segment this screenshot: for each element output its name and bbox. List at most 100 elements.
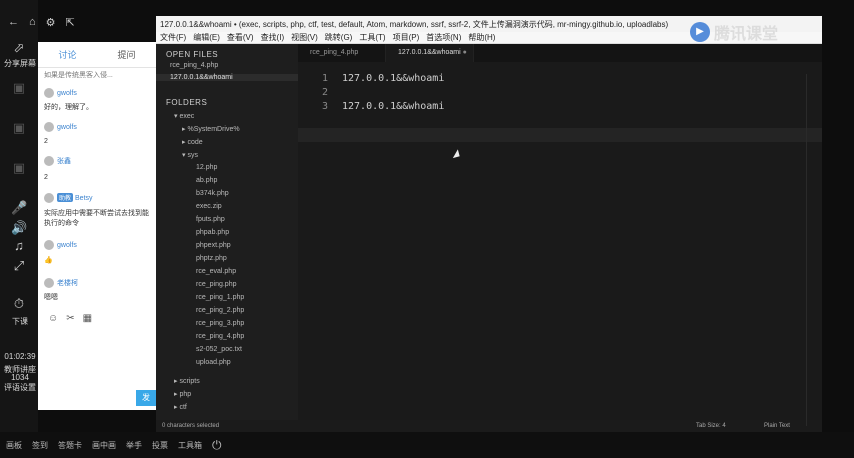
file-item[interactable]: ab.php — [196, 177, 217, 184]
speaker-icon[interactable]: 🔊 — [11, 220, 27, 236]
answer-card-button[interactable]: 答题卡 — [58, 440, 82, 451]
menu-goto[interactable]: 跳转(G) — [325, 32, 353, 43]
open-file-item[interactable]: rce_ping_4.php — [170, 62, 218, 69]
menu-project[interactable]: 项目(P) — [393, 32, 420, 43]
menu-tools[interactable]: 工具(T) — [359, 32, 385, 43]
line-number: 2 — [321, 87, 328, 98]
chat-message: 如果是传统黑客入侵... — [44, 72, 113, 79]
share-screen-icon[interactable]: ⬀ — [11, 40, 27, 56]
tab-discussion[interactable]: 讨论 — [38, 48, 97, 61]
window-controls: ← ⌂ ⚙ ⇱ — [0, 16, 140, 32]
menu-edit[interactable]: 编辑(E) — [193, 32, 220, 43]
editor-body: OPEN FILES rce_ping_4.php 127.0.0.1&&who… — [156, 44, 822, 426]
toolbox-button[interactable]: 工具箱 — [178, 440, 202, 451]
menu-help[interactable]: 帮助(H) — [468, 32, 495, 43]
wrap-guide — [806, 74, 807, 426]
folder-item[interactable]: ▸ code — [182, 138, 203, 146]
file-item[interactable]: rce_ping.php — [196, 281, 236, 288]
pip-button[interactable]: 画中画 — [92, 440, 116, 451]
current-line-highlight — [298, 128, 822, 142]
syntax-status[interactable]: Plain Text — [764, 423, 790, 429]
scissors-icon[interactable]: ✂ — [66, 313, 74, 324]
tool-icon-3[interactable]: ▣ — [11, 160, 27, 176]
tab-questions[interactable]: 提问 — [97, 48, 156, 61]
assistant-badge: 助教 — [57, 193, 74, 202]
avatar — [44, 156, 54, 167]
file-item[interactable]: rce_ping_1.php — [196, 294, 244, 301]
vote-button[interactable]: 投票 — [152, 440, 168, 451]
emoji-icon[interactable]: ☺ — [48, 313, 58, 324]
tool-icon-1[interactable]: ▣ — [11, 80, 27, 96]
sidebar-tree: OPEN FILES rce_ping_4.php 127.0.0.1&&who… — [156, 44, 298, 420]
tencent-classroom-logo: ▶ 腾讯课堂 — [690, 20, 830, 44]
file-item[interactable]: phpext.php — [196, 242, 231, 249]
file-item[interactable]: exec.zip — [196, 203, 222, 210]
folder-item[interactable]: ▸ %SystemDrive% — [182, 125, 240, 133]
back-icon[interactable]: ← — [8, 16, 19, 32]
menu-file[interactable]: 文件(F) — [160, 32, 186, 43]
tab-size-status[interactable]: Tab Size: 4 — [696, 423, 726, 429]
class-time: 01:02:39 — [4, 352, 36, 361]
folder-item[interactable]: ▸ ctf — [174, 403, 187, 411]
raise-hand-button[interactable]: 举手 — [126, 440, 142, 451]
avatar — [44, 240, 54, 250]
settings-icon[interactable]: ⚙ — [46, 16, 56, 32]
editor-pane[interactable]: rce_ping_4.php 127.0.0.1&&whoami ● 1 2 3… — [298, 44, 822, 426]
whiteboard-button[interactable]: 画板 — [6, 440, 22, 451]
send-button[interactable]: 发 — [136, 390, 156, 406]
chat-toolbar: ☺ ✂ ▦ — [48, 313, 92, 324]
open-files-header: OPEN FILES — [166, 50, 219, 59]
chat-message-author: gwolfs — [44, 122, 77, 132]
checkin-button[interactable]: 签到 — [32, 440, 48, 451]
chat-message: 嗯嗯 — [44, 294, 58, 301]
file-item[interactable]: phpab.php — [196, 229, 229, 236]
open-file-item[interactable]: 127.0.0.1&&whoami — [156, 74, 298, 81]
power-icon[interactable]: ⏻ — [212, 438, 222, 453]
screen: ← ⌂ ⚙ ⇱ ⬀ 分享屏幕 ▣ ▣ ▣ 🎤 🔊 ♫ ⤢ ⏱ 下课 01:02:… — [0, 0, 854, 458]
end-class-icon[interactable]: ⏱ — [11, 296, 27, 312]
editor-tab-active[interactable]: 127.0.0.1&&whoami ● — [386, 44, 474, 62]
file-item[interactable]: b374k.php — [196, 190, 229, 197]
folder-item[interactable]: ▾ sys — [182, 151, 198, 159]
file-item[interactable]: rce_ping_3.php — [196, 320, 244, 327]
folder-item[interactable]: ▸ scripts — [174, 377, 200, 385]
code-area[interactable]: 127.0.0.1&&whoami 127.0.0.1&&whoami — [342, 72, 444, 114]
expand-icon[interactable]: ⤢ — [11, 258, 27, 274]
chat-message-author: gwolfs — [44, 88, 77, 98]
tool-icon-2[interactable]: ▣ — [11, 120, 27, 136]
music-icon[interactable]: ♫ — [11, 238, 27, 254]
file-item[interactable]: rce_ping_4.php — [196, 333, 244, 340]
chat-message: 2 — [44, 138, 48, 145]
microphone-icon[interactable]: 🎤 — [11, 200, 27, 216]
chat-panel: 讨论 提问 如果是传统黑客入侵... gwolfs 好的，理解了。 gwolfs… — [38, 42, 156, 410]
file-item[interactable]: upload.php — [196, 359, 231, 366]
menu-view[interactable]: 查看(V) — [227, 32, 254, 43]
menu-layout[interactable]: 视图(V) — [291, 32, 318, 43]
chat-message: 实际应用中需要不断尝试去找到能执行的命令 — [44, 210, 149, 227]
avatar — [44, 88, 54, 98]
chat-message-author: gwolfs — [44, 240, 77, 250]
rail-info-3: 评语设置 — [4, 383, 36, 392]
folder-item[interactable]: ▾ exec — [174, 112, 194, 120]
chat-message-author: 老楼柯 — [44, 278, 78, 289]
image-icon[interactable]: ▦ — [83, 313, 92, 324]
file-item[interactable]: s2-052_poc.txt — [196, 346, 242, 353]
editor-tab[interactable]: rce_ping_4.php — [298, 44, 386, 62]
chat-message: 👍 — [44, 257, 53, 264]
menu-find[interactable]: 查找(I) — [261, 32, 285, 43]
rail-info-2: 1034 — [11, 373, 29, 382]
line-number: 3 — [321, 101, 328, 112]
avatar — [44, 122, 54, 132]
menu-preferences[interactable]: 首选项(N) — [426, 32, 461, 43]
folder-item[interactable]: ▸ php — [174, 390, 191, 398]
chat-message: 2 — [44, 174, 48, 181]
file-item[interactable]: rce_eval.php — [196, 268, 236, 275]
file-item[interactable]: rce_ping_2.php — [196, 307, 244, 314]
file-item[interactable]: 12.php — [196, 164, 217, 171]
file-item[interactable]: fputs.php — [196, 216, 225, 223]
chat-message-author: 助教 Betsy — [44, 193, 93, 204]
chat-tabs: 讨论 提问 — [38, 42, 156, 68]
collapse-icon[interactable]: ⇱ — [66, 16, 75, 32]
file-item[interactable]: phptz.php — [196, 255, 227, 262]
home-icon[interactable]: ⌂ — [29, 16, 36, 32]
